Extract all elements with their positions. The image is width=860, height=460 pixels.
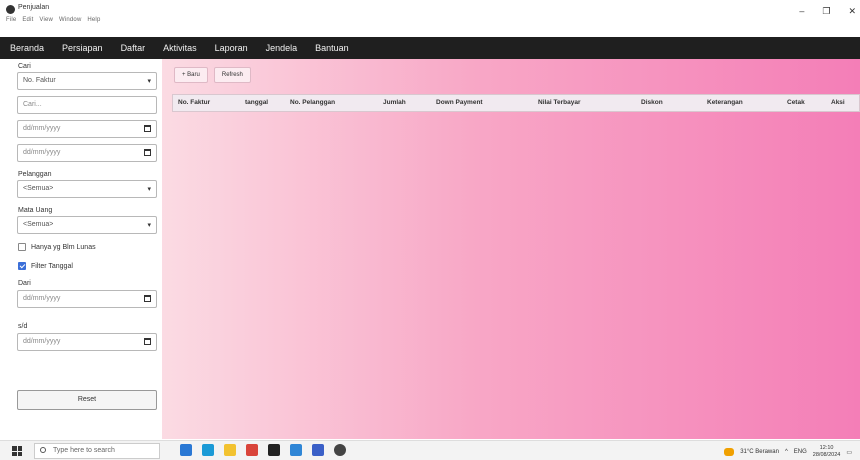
vscode-icon[interactable]: [290, 444, 302, 456]
search-input-placeholder: Cari...: [23, 101, 42, 108]
taskbar-search-placeholder: Type here to search: [53, 447, 115, 454]
dari-label: Dari: [18, 280, 31, 287]
lang-indicator[interactable]: ENG: [794, 449, 807, 455]
col-tanggal[interactable]: tanggal: [245, 99, 268, 106]
col-cetak[interactable]: Cetak: [787, 99, 805, 106]
dari-date-input[interactable]: dd/mm/yyyy: [17, 290, 157, 308]
chrome-icon[interactable]: [334, 444, 346, 456]
date-from-input[interactable]: dd/mm/yyyy: [17, 120, 157, 138]
search-field-select[interactable]: No. Faktur ▾: [17, 72, 157, 90]
belum-lunas-checkbox[interactable]: Hanya yg Blm Lunas: [18, 243, 96, 251]
date-to-placeholder: dd/mm/yyyy: [23, 149, 61, 156]
chevron-up-icon[interactable]: ^: [785, 449, 788, 455]
menu-file[interactable]: File: [6, 17, 16, 23]
calendar-icon[interactable]: [144, 295, 151, 302]
checkbox-icon[interactable]: [18, 243, 26, 251]
col-diskon[interactable]: Diskon: [641, 99, 663, 106]
search-input[interactable]: Cari...: [17, 96, 157, 114]
belum-lunas-label: Hanya yg Blm Lunas: [31, 243, 96, 251]
window-controls: – ❐ ✕: [799, 6, 856, 17]
title-bar: Penjualan File Edit View Window Help – ❐…: [0, 0, 860, 30]
sd-date-input[interactable]: dd/mm/yyyy: [17, 333, 157, 351]
chevron-down-icon: ▾: [147, 78, 151, 85]
nav-jendela[interactable]: Jendela: [266, 43, 298, 53]
filter-tanggal-checkbox[interactable]: Filter Tanggal: [18, 262, 73, 270]
notification-icon[interactable]: ▭: [846, 449, 852, 456]
app-icon: [6, 5, 15, 14]
filter-sidebar: Cari No. Faktur ▾ Cari... dd/mm/yyyy dd/…: [10, 59, 162, 435]
weather-icon: [724, 448, 735, 456]
minimize-icon[interactable]: –: [799, 6, 804, 17]
sd-placeholder: dd/mm/yyyy: [23, 338, 61, 345]
col-aksi[interactable]: Aksi: [831, 99, 845, 106]
mata-uang-select[interactable]: <Semua> ▾: [17, 216, 157, 234]
taskbar-search-input[interactable]: Type here to search: [34, 443, 160, 459]
edge-icon[interactable]: [202, 444, 214, 456]
menu-view[interactable]: View: [39, 17, 53, 23]
pelanggan-label: Pelanggan: [18, 171, 52, 178]
col-jumlah[interactable]: Jumlah: [383, 99, 406, 106]
menu-window[interactable]: Window: [59, 17, 82, 23]
col-keterangan[interactable]: Keterangan: [707, 99, 743, 106]
nav-aktivitas[interactable]: Aktivitas: [163, 43, 197, 53]
app-icon[interactable]: [312, 444, 324, 456]
pelanggan-value: <Semua>: [23, 185, 54, 192]
weather-text[interactable]: 31°C Berawan: [740, 449, 779, 455]
date-to-input[interactable]: dd/mm/yyyy: [17, 144, 157, 162]
col-down-payment[interactable]: Down Payment: [436, 99, 483, 106]
maximize-icon[interactable]: ❐: [822, 6, 830, 17]
calendar-icon[interactable]: [144, 125, 151, 132]
close-icon[interactable]: ✕: [848, 6, 856, 17]
sd-label: s/d: [18, 323, 28, 330]
taskbar-apps: [180, 444, 346, 456]
refresh-button[interactable]: Refresh: [213, 67, 251, 83]
reset-button[interactable]: Reset: [17, 390, 157, 410]
system-tray: 31°C Berawan ^ ENG 12:10 28/08/2024 ▭: [724, 445, 852, 459]
calendar-icon[interactable]: [144, 149, 151, 156]
window-title: Penjualan: [18, 4, 50, 11]
windows-taskbar: Type here to search 31°C Berawan ^ ENG 1…: [0, 440, 860, 460]
clock-date: 28/08/2024: [812, 452, 841, 458]
store-icon[interactable]: [246, 444, 258, 456]
checkbox-checked-icon[interactable]: [18, 262, 26, 270]
filter-tanggal-label: Filter Tanggal: [31, 262, 73, 270]
chevron-down-icon: ▾: [147, 186, 151, 193]
windows-start-icon[interactable]: [12, 446, 22, 456]
main-content: + Baru Refresh No. Faktur tanggal No. Pe…: [162, 59, 860, 439]
mata-uang-label: Mata Uang: [18, 207, 53, 214]
col-nilai-terbayar[interactable]: Nilai Terbayar: [538, 99, 581, 106]
search-field-value: No. Faktur: [23, 77, 56, 84]
clock-time: 12:10: [819, 445, 834, 451]
terminal-icon[interactable]: [268, 444, 280, 456]
mata-uang-value: <Semua>: [23, 221, 54, 228]
folder-icon[interactable]: [224, 444, 236, 456]
cari-label: Cari: [18, 63, 31, 70]
chevron-down-icon: ▾: [147, 222, 151, 229]
clock[interactable]: 12:10 28/08/2024: [813, 445, 841, 459]
nav-daftar[interactable]: Daftar: [121, 43, 146, 53]
nav-beranda[interactable]: Beranda: [10, 43, 44, 53]
new-button[interactable]: + Baru: [174, 67, 208, 83]
nav-persiapan[interactable]: Persiapan: [62, 43, 103, 53]
action-toolbar: + Baru Refresh: [174, 67, 251, 83]
nav-laporan[interactable]: Laporan: [215, 43, 248, 53]
date-from-placeholder: dd/mm/yyyy: [23, 125, 61, 132]
nav-bantuan[interactable]: Bantuan: [315, 43, 349, 53]
menu-help[interactable]: Help: [87, 17, 100, 23]
col-no-faktur[interactable]: No. Faktur: [178, 99, 210, 106]
col-no-pelanggan[interactable]: No. Pelanggan: [290, 99, 335, 106]
menu-edit[interactable]: Edit: [22, 17, 33, 23]
system-menu: File Edit View Window Help: [6, 17, 105, 23]
main-navbar: Beranda Persiapan Daftar Aktivitas Lapor…: [0, 37, 860, 59]
task-view-icon[interactable]: [180, 444, 192, 456]
pelanggan-select[interactable]: <Semua> ▾: [17, 180, 157, 198]
table-header: No. Faktur tanggal No. Pelanggan Jumlah …: [172, 94, 860, 112]
calendar-icon[interactable]: [144, 338, 151, 345]
dari-placeholder: dd/mm/yyyy: [23, 295, 61, 302]
search-icon: [40, 447, 46, 453]
